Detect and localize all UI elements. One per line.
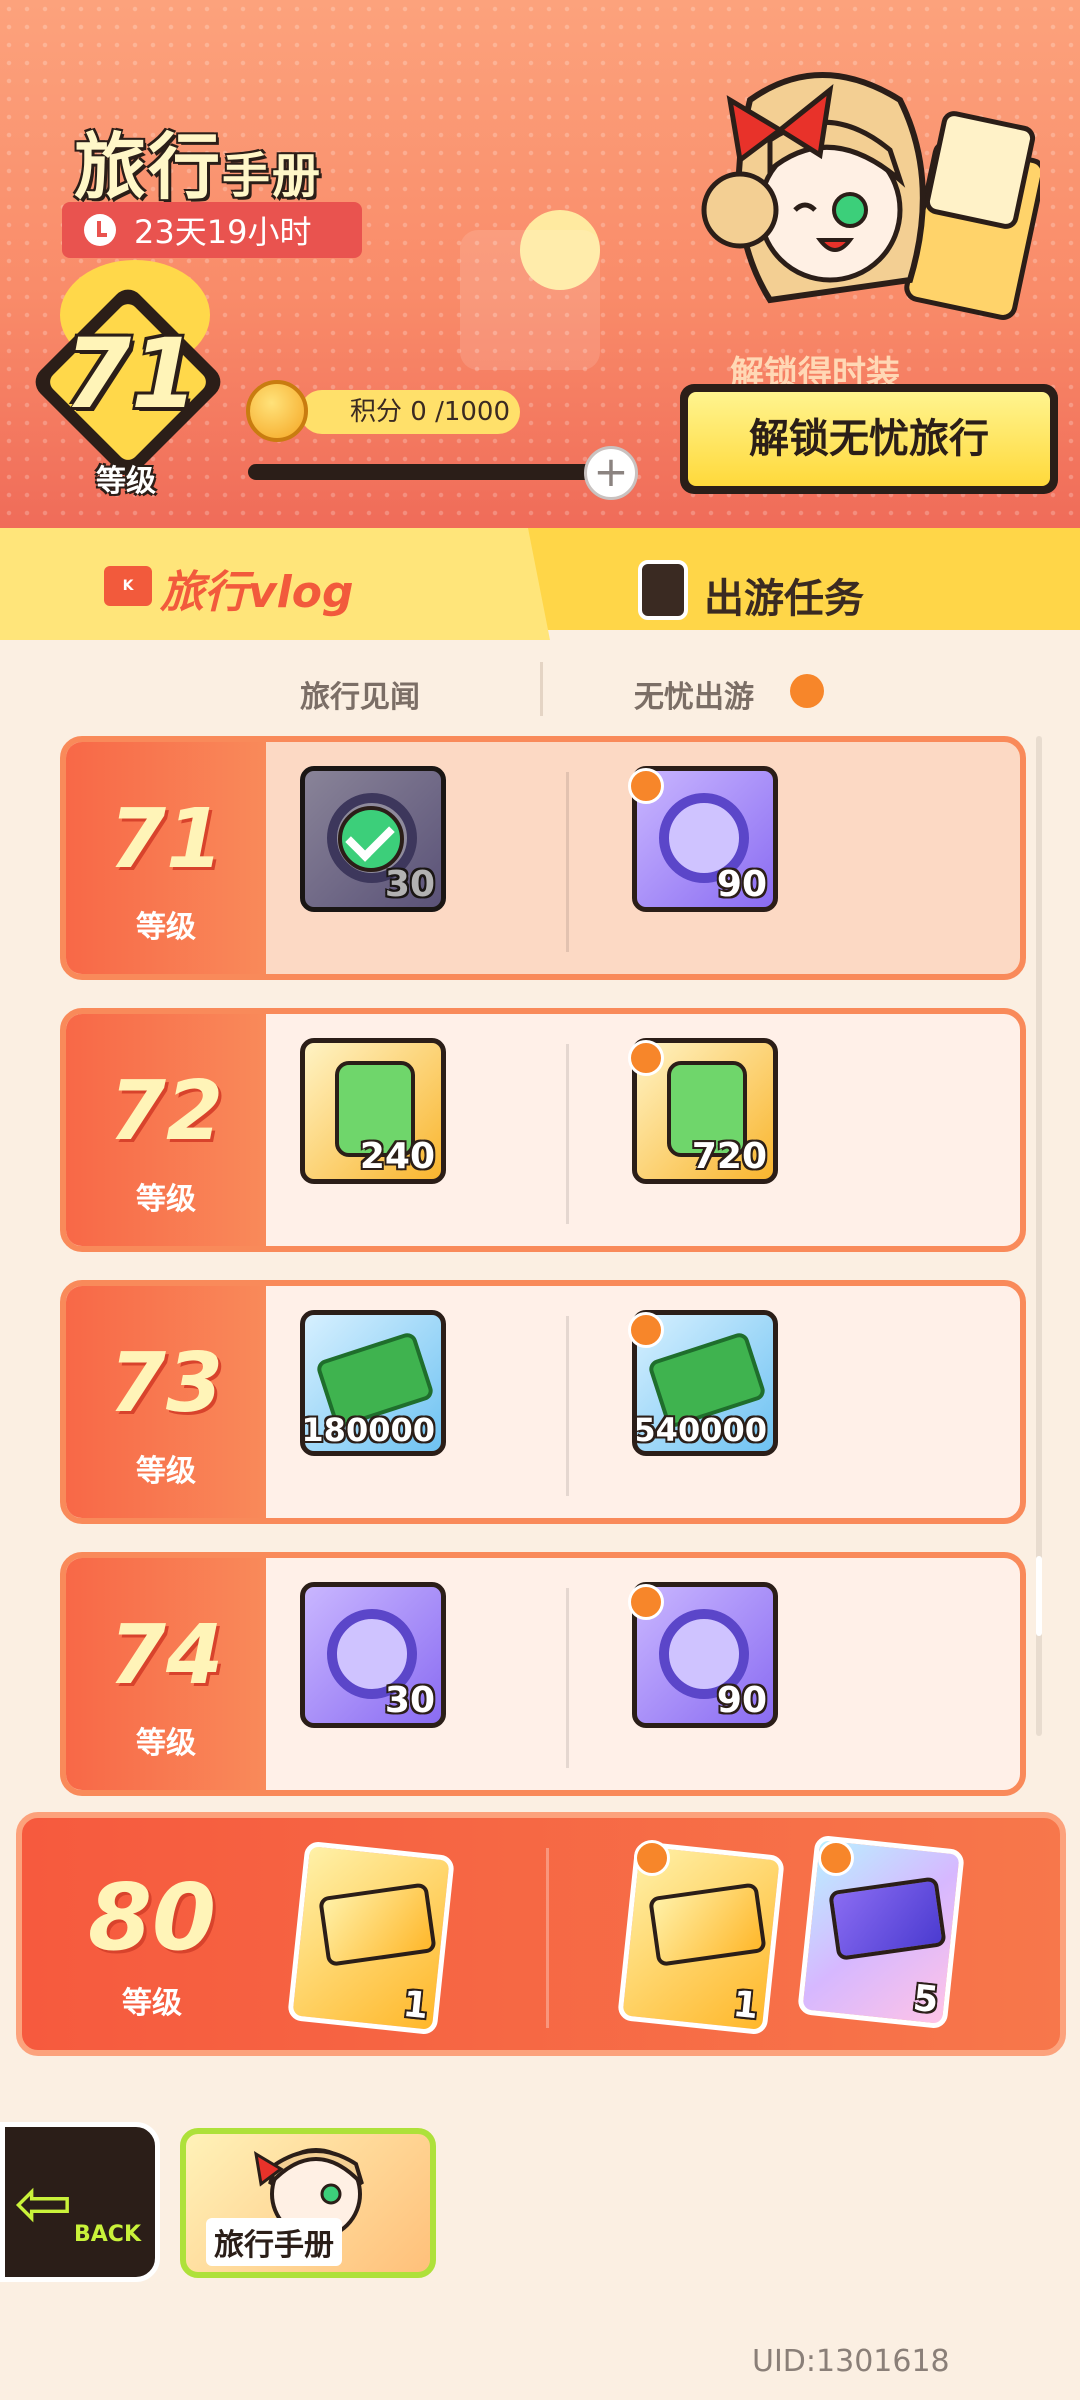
tab-travel-tasks[interactable]: 出游任务 [704, 566, 864, 624]
reward-count: 1 [731, 1983, 761, 2028]
claimed-check-icon [338, 806, 404, 872]
row-level-label: 等级 [122, 1986, 182, 2021]
lock-icon [628, 1312, 664, 1348]
row-level-label: 等级 [136, 1182, 196, 1217]
points-progress-bar [248, 464, 608, 480]
current-level: 71 [64, 318, 198, 430]
reward-count: 30 [384, 1680, 435, 1721]
reward-count: 90 [716, 864, 767, 905]
user-id: UID:1301618 [752, 2344, 950, 2379]
luggage-icon [638, 560, 688, 620]
lock-icon [628, 1040, 664, 1076]
reward-count: 240 [359, 1136, 435, 1177]
travel-journal-label: 旅行手册 [206, 2218, 342, 2266]
reward-count: 1 [401, 1983, 431, 2028]
row-level-number: 71 [108, 792, 224, 887]
row-divider [566, 1044, 569, 1224]
points-text: 积分 0 /1000 [350, 397, 510, 427]
row-level-number: 74 [108, 1608, 224, 1703]
reward-count: 30 [384, 864, 435, 905]
reward-row-73: 73 等级 [60, 1280, 1026, 1524]
reward-card-free-73[interactable]: 180000 [300, 1310, 446, 1456]
unlock-premium-button[interactable]: 解锁无忧旅行 [680, 384, 1058, 494]
row-level-number: 73 [108, 1336, 224, 1431]
pizza-decoration [460, 230, 600, 370]
season-timer: 23天19小时 [62, 202, 362, 258]
row-divider [566, 772, 569, 952]
reward-card-free-72[interactable]: 240 [300, 1038, 446, 1184]
clock-icon [84, 214, 116, 246]
back-arrow-icon: ⇦ [14, 2162, 73, 2244]
ticket-icon [828, 1876, 947, 1961]
row-divider [546, 1848, 549, 2028]
row-level-number: 72 [108, 1064, 224, 1159]
ticket-icon [648, 1882, 767, 1967]
add-points-button[interactable]: + [584, 446, 638, 500]
lock-icon [634, 1840, 670, 1876]
reward-count: 5 [911, 1977, 941, 2022]
reward-card-free-74[interactable]: 30 [300, 1582, 446, 1728]
column-divider [540, 662, 543, 716]
lock-icon [818, 1840, 854, 1876]
timer-text: 23天19小时 [134, 213, 312, 251]
reward-count: 90 [716, 1680, 767, 1721]
reward-count: 540000 [633, 1411, 767, 1449]
character-illustration [701, 72, 1040, 320]
reward-row-74: 74 等级 [60, 1552, 1026, 1796]
back-label: BACK [74, 2222, 141, 2247]
ticket-icon [318, 1882, 437, 1967]
reward-card-free-80[interactable]: 1 [287, 1840, 455, 2036]
lock-icon [628, 1584, 664, 1620]
unlock-premium-label: 解锁无忧旅行 [688, 392, 1050, 486]
premium-track-header: 无忧出游 [634, 680, 754, 715]
level-label: 等级 [96, 464, 156, 499]
coin-icon [246, 380, 308, 442]
free-track-header: 旅行见闻 [300, 680, 420, 715]
row-level-label: 等级 [136, 1454, 196, 1489]
reward-row-72: 72 等级 [60, 1008, 1026, 1252]
scrollbar-thumb[interactable] [1036, 1556, 1042, 1636]
lock-icon [790, 674, 824, 708]
row-divider [566, 1588, 569, 1768]
row-level-label: 等级 [136, 1726, 196, 1761]
reward-count: 180000 [301, 1411, 435, 1449]
row-divider [566, 1316, 569, 1496]
points-display: 积分 0 /1000 [300, 390, 520, 434]
reward-row-71: 71 等级 [60, 736, 1026, 980]
tab-travel-vlog-label[interactable]: 旅行vlog [160, 556, 354, 620]
vlog-icon: K [104, 566, 152, 606]
row-level-label: 等级 [136, 910, 196, 945]
reward-count: 720 [691, 1136, 767, 1177]
row-level-number: 80 [87, 1864, 217, 1971]
page-title: 旅行手册 [74, 125, 323, 209]
lock-icon [628, 768, 664, 804]
